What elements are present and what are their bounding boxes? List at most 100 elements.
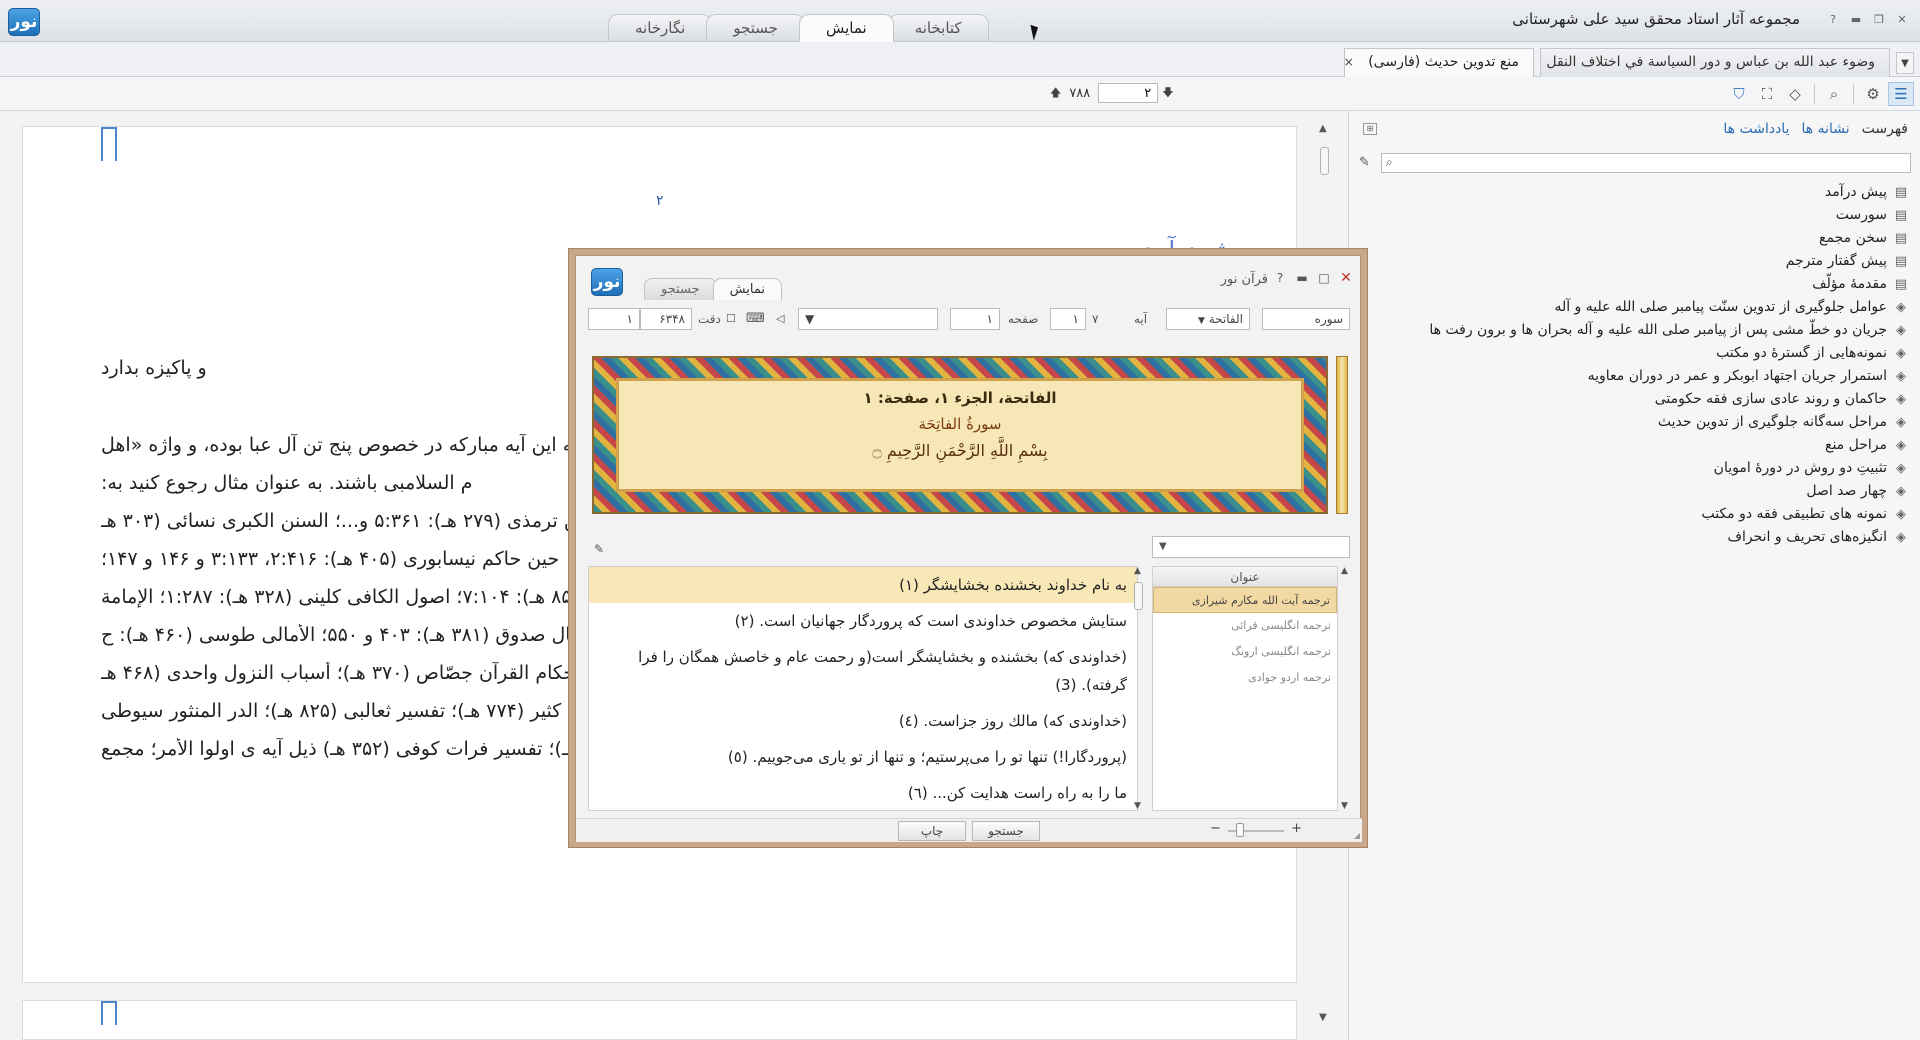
dialog-tab-search[interactable]: جستجو	[644, 278, 717, 300]
gear-icon[interactable]: ⚙	[1860, 82, 1886, 106]
maximize-icon[interactable]: ❐	[1869, 10, 1889, 29]
page-field[interactable]: ۱	[950, 308, 1000, 330]
scroll-down-icon[interactable]: ▼	[1319, 1012, 1327, 1023]
verse-item[interactable]: (خداوندی که) بخشنده و بخشایشگر است(و رحم…	[589, 639, 1137, 703]
sura-list-dropdown[interactable]: ▼	[798, 308, 938, 330]
exact-checkbox[interactable]: ☐	[726, 308, 736, 330]
chapter-icon: ◈	[1896, 323, 1906, 338]
zoom-out-icon[interactable]: −	[1210, 821, 1221, 836]
verse-list[interactable]: به نام خداوند بخشنده بخشایشگر (۱) ستایش …	[588, 566, 1138, 811]
close-icon[interactable]: ×	[1345, 49, 1354, 76]
dialog-tab-display[interactable]: نمایش	[712, 278, 782, 300]
scroll-up-icon[interactable]: ▲	[1341, 566, 1348, 576]
help-icon[interactable]: ?	[1823, 10, 1843, 29]
zoom-slider[interactable]: − +	[1210, 821, 1302, 841]
toc-item[interactable]: ◈ عوامل جلوگیری از تدوین سنّت پیامبر صلی …	[1368, 296, 1908, 319]
arrow-down-icon[interactable]: 🡇	[1162, 84, 1173, 103]
sura-field[interactable]: الفاتحة ▼	[1166, 308, 1250, 330]
chevron-down-icon[interactable]: ▼	[1198, 316, 1205, 326]
minimize-icon[interactable]: ▬	[1846, 10, 1866, 29]
toc-item[interactable]: ◈ نمونه‌هایی از گسترهٔ دو مکتب	[1368, 342, 1908, 365]
help-icon[interactable]: ?	[1270, 268, 1290, 288]
scrollbar-thumb[interactable]	[1320, 147, 1329, 175]
tab-display[interactable]: نمایش	[798, 14, 894, 42]
contents-search-input[interactable]: ⌕	[1381, 153, 1911, 173]
doc-tab-active[interactable]: منع تدوين حديث (فارسی) ×	[1344, 48, 1534, 77]
scroll-down-icon[interactable]: ▼	[1341, 801, 1348, 811]
toc-item[interactable]: ▤ پیش درآمد	[1368, 181, 1908, 204]
scroll-up-icon[interactable]: ▲	[1134, 566, 1141, 576]
doc-tab-wudu[interactable]: وضوء عبد الله بن عباس و دور السياسة في ا…	[1540, 48, 1890, 77]
tab-contents[interactable]: فهرست	[1862, 121, 1908, 137]
tab-gallery[interactable]: نگارخانه	[608, 14, 713, 41]
document-line: كثیر (۷۷۴ هـ)؛ تفسیر ثعالبی (۸۲۵ هـ)؛ ال…	[101, 700, 562, 722]
panel-toggle-icon[interactable]: ⊞	[1363, 123, 1377, 135]
aya-field[interactable]: ۱	[1050, 308, 1086, 330]
wrench-icon[interactable]: ✎	[594, 542, 604, 556]
translation-item[interactable]: ترجمه انگلیسی قرائی	[1153, 613, 1337, 639]
tab-search[interactable]: جستجو	[706, 14, 805, 41]
verse-index-field[interactable]: ۱	[588, 308, 640, 330]
scroll-down-icon[interactable]: ▼	[1134, 801, 1141, 811]
toc-item[interactable]: ◈ جریان دو خطّ مشی پس از پیامبر صلی الله …	[1368, 319, 1908, 342]
chevron-down-icon[interactable]: ▼	[1896, 52, 1914, 74]
chevron-left-icon[interactable]: ◁	[776, 308, 784, 330]
verse-scrollbar[interactable]: ▲ ▼	[1132, 566, 1146, 811]
page-number-input[interactable]	[1098, 83, 1159, 103]
document-line: م السلامبی باشند. به عنوان مثال رجوع کنی…	[101, 472, 473, 494]
chapter-icon: ◈	[1896, 415, 1906, 430]
toc-item[interactable]: ◈ چهار صد اصل	[1368, 480, 1908, 503]
verse-item[interactable]: ما را به راه راست هدایت کن... (٦)	[589, 775, 1137, 810]
toc-item[interactable]: ▤ سخن مجمع	[1368, 227, 1908, 250]
fullscreen-icon[interactable]: ⛶	[1754, 82, 1780, 106]
toc-item[interactable]: ◈ انگیزه‌های تحریف و انحراف	[1368, 526, 1908, 549]
translation-item[interactable]: ترجمه انگلیسی ارونگ	[1153, 639, 1337, 665]
resize-grip-icon[interactable]: ◢	[1354, 831, 1360, 840]
tab-library[interactable]: کتابخانه	[887, 14, 989, 41]
translation-item[interactable]: ترجمه آیت الله مکارم شیرازی	[1153, 587, 1337, 613]
print-button[interactable]: چاپ	[898, 821, 966, 841]
dialog-window-controls: ? ▬ □ ✕	[1270, 268, 1356, 288]
toc-item[interactable]: ◈ مراحل سه‌گانه جلوگیری از تدوین حدیث	[1368, 411, 1908, 434]
verse-item[interactable]: ستایش مخصوص خداوندی است که پروردگار جهان…	[589, 603, 1137, 639]
verse-item[interactable]: (پروردگارا!) تنها تو را می‌پرستیم؛ و تنه…	[589, 739, 1137, 775]
bookmark-icon[interactable]	[101, 127, 117, 163]
toc-item[interactable]: ◈ تثبیتِ دو روش در دورهٔ امویان	[1368, 457, 1908, 480]
table-of-contents: ▤ پیش درآمد ▤ سورست ▤ سخن مجمع ▤ پیش گفتار م…	[1368, 181, 1908, 549]
toc-item[interactable]: ◈ استمرار جریان اجتهاد ابوبکر و عمر در دو…	[1368, 365, 1908, 388]
translation-scrollbar[interactable]: ▲ ▼	[1340, 566, 1352, 811]
toc-item[interactable]: ◈ حاکمان و روند عادی سازی فقه حکومتی	[1368, 388, 1908, 411]
eraser-icon[interactable]: ◇	[1782, 82, 1808, 106]
zoom-knob[interactable]	[1236, 823, 1244, 837]
sura-name: سورةُ الفاتِحَة	[918, 415, 1002, 433]
wrench-icon[interactable]: ✎	[1359, 155, 1370, 170]
toc-item[interactable]: ◈ مراحل منع	[1368, 434, 1908, 457]
toc-item[interactable]: ▤ پیش گفتار مترجم	[1368, 250, 1908, 273]
translation-dropdown[interactable]: ▼	[1152, 536, 1350, 558]
verse-item[interactable]: (خداوندی که) مالك روز جزاست. (٤)	[589, 703, 1137, 739]
close-icon[interactable]: ✕	[1892, 10, 1912, 29]
tab-bookmarks[interactable]: نشانه ها	[1801, 121, 1849, 137]
scroll-up-icon[interactable]: ▲	[1319, 123, 1327, 134]
tab-notes[interactable]: یادداشت ها	[1723, 121, 1789, 137]
toc-item[interactable]: ▤ مقدمهٔ مؤلّف	[1368, 273, 1908, 296]
maximize-icon[interactable]: □	[1314, 268, 1334, 288]
zoom-in-icon[interactable]: +	[1291, 821, 1302, 836]
toc-item[interactable]: ▤ سورست	[1368, 204, 1908, 227]
close-icon[interactable]: ✕	[1336, 268, 1356, 288]
header-scrollbar[interactable]	[1336, 356, 1348, 514]
minimize-icon[interactable]: ▬	[1292, 268, 1312, 288]
scrollbar-thumb[interactable]	[1134, 582, 1143, 610]
bookmark-icon[interactable]: ⛉	[1726, 82, 1752, 106]
keyboard-icon[interactable]: ⌨	[746, 308, 765, 330]
page-label: صفحه	[1008, 312, 1039, 326]
bookmark-icon[interactable]	[101, 1001, 117, 1027]
search-icon[interactable]: ⌕	[1821, 82, 1847, 106]
verse-item[interactable]: به نام خداوند بخشنده بخشایشگر (۱)	[589, 567, 1137, 603]
search-button[interactable]: جستجو	[972, 821, 1040, 841]
toc-item[interactable]: ◈ نمونه های تطبیقی فقه دو مکتب	[1368, 503, 1908, 526]
translation-item[interactable]: ترجمه اردو جوادی	[1153, 665, 1337, 691]
list-icon[interactable]: ☰	[1888, 82, 1914, 106]
arrow-up-icon[interactable]: 🡅	[1050, 84, 1061, 103]
page-icon: ▤	[1894, 231, 1908, 246]
